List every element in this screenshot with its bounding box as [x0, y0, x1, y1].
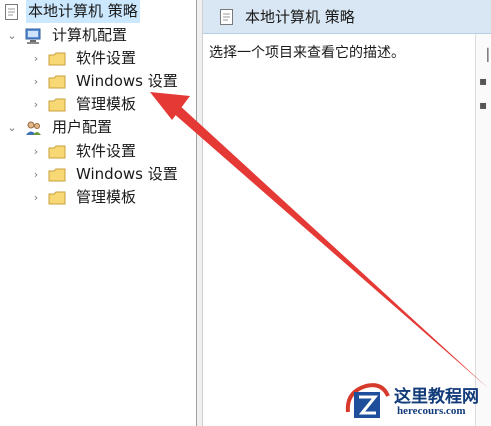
policy-document-icon	[219, 8, 235, 26]
partial-users-icon: ▪	[479, 98, 488, 112]
partial-computer-icon: ▪	[479, 74, 488, 88]
watermark-logo: 这里教程网 herecours.com	[342, 378, 491, 426]
folder-icon	[48, 52, 66, 66]
folder-icon	[48, 145, 66, 159]
policy-document-icon	[4, 3, 20, 21]
detail-header-title: 本地计算机 策略	[245, 8, 355, 26]
tree-item-label: Windows 设置	[76, 72, 178, 90]
chevron-right-icon[interactable]: ›	[30, 168, 42, 181]
tree-item-label: 计算机配置	[52, 26, 128, 44]
tree-item-label: 软件设置	[76, 49, 137, 67]
chevron-right-icon[interactable]: ›	[30, 145, 42, 158]
tree-item-label: 本地计算机 策略	[26, 0, 140, 23]
tree-item-user-software-settings[interactable]: › 软件设置	[30, 140, 138, 163]
folder-icon	[48, 75, 66, 89]
partial-icon: ▕	[479, 48, 489, 62]
tree-item-admin-templates[interactable]: › 管理模板	[30, 93, 138, 116]
folder-icon	[48, 191, 66, 205]
tree-item-label: 软件设置	[76, 142, 137, 160]
tree-item-local-policy[interactable]: 本地计算机 策略	[4, 0, 140, 23]
tree-item-windows-settings[interactable]: › Windows 设置	[30, 70, 180, 93]
chevron-down-icon[interactable]: ⌄	[6, 29, 18, 42]
tree-item-user-config[interactable]: ⌄ 用户配置	[6, 116, 114, 139]
tree-item-computer-config[interactable]: ⌄ 计算机配置	[6, 24, 129, 47]
watermark-url: herecours.com	[397, 405, 466, 417]
users-icon	[24, 119, 44, 137]
tree-item-label: Windows 设置	[76, 165, 178, 183]
tree-item-user-windows-settings[interactable]: › Windows 设置	[30, 163, 180, 186]
adjacent-column-edge: ▕ ▪ ▪	[475, 34, 491, 426]
chevron-down-icon[interactable]: ⌄	[6, 121, 18, 134]
detail-header: 本地计算机 策略	[203, 0, 491, 34]
tree-item-software-settings[interactable]: › 软件设置	[30, 47, 138, 70]
chevron-right-icon[interactable]: ›	[30, 98, 42, 111]
chevron-right-icon[interactable]: ›	[30, 52, 42, 65]
detail-pane: 本地计算机 策略 选择一个项目来查看它的描述。 ▕ ▪ ▪	[203, 0, 491, 426]
folder-icon	[48, 98, 66, 112]
tree-item-user-admin-templates[interactable]: › 管理模板	[30, 186, 138, 209]
tree-item-label: 管理模板	[76, 95, 137, 113]
pane-splitter[interactable]	[196, 0, 203, 426]
detail-description: 选择一个项目来查看它的描述。	[209, 45, 405, 61]
tree-item-label: 管理模板	[76, 188, 137, 206]
chevron-right-icon[interactable]: ›	[30, 75, 42, 88]
folder-icon	[48, 168, 66, 182]
z-logo-icon	[345, 383, 390, 418]
watermark-title: 这里教程网	[394, 387, 479, 407]
tree-item-label: 用户配置	[52, 118, 113, 136]
chevron-right-icon[interactable]: ›	[30, 191, 42, 204]
computer-icon	[24, 27, 44, 45]
tree-pane[interactable]: 本地计算机 策略 ⌄ 计算机配置 › 软件设置 › Windows 设置 › 管…	[0, 0, 196, 426]
